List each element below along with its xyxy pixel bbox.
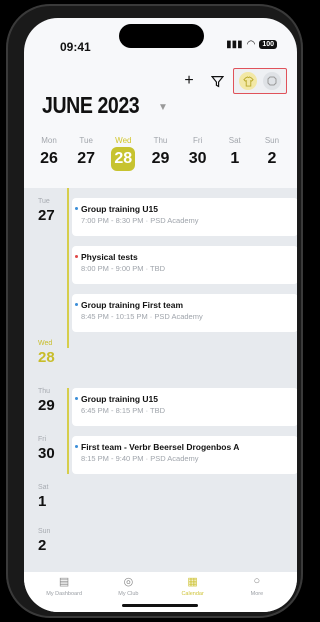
agenda-day-number: 27 <box>38 207 55 224</box>
week-strip: Mon 26 Tue 27 Wed 28 Thu 29 Fri 30 Sat 1 Sun 2 <box>24 136 297 171</box>
tab-label: My Dashboard <box>46 591 83 597</box>
event-title: Group training U15 <box>75 394 297 404</box>
day-timeline-bar <box>67 188 69 348</box>
day-number: 1 <box>230 150 240 167</box>
event-card[interactable]: Group training First team 8:45 PM - 10:1… <box>72 294 297 332</box>
week-day-wed-selected[interactable]: Wed 28 <box>106 136 140 171</box>
day-of-week: Sat <box>228 136 241 145</box>
shirt-icon <box>242 75 254 87</box>
wifi-icon: ◠ <box>246 39 256 50</box>
event-card[interactable]: Group training U15 6:45 PM - 8:15 PM · T… <box>72 388 297 426</box>
day-of-week: Mon <box>41 136 57 145</box>
status-time: 09:41 <box>60 40 91 54</box>
agenda-day-number: 1 <box>38 493 47 510</box>
day-number: 30 <box>188 150 207 167</box>
event-time-location: 6:45 PM - 8:15 PM · TBD <box>81 406 166 415</box>
club-icon: ◎ <box>123 576 134 588</box>
day-of-week: Wed <box>115 136 132 145</box>
personal-view-toggle[interactable] <box>263 72 281 90</box>
view-toggle-group <box>233 68 287 94</box>
event-time-location: 8:15 PM - 9:40 PM · PSD Academy <box>81 454 199 463</box>
event-title: Group training First team <box>75 300 297 310</box>
week-day-tue[interactable]: Tue 27 <box>69 136 103 171</box>
day-of-week: Thu <box>153 136 168 145</box>
day-of-week: Sun <box>264 136 280 145</box>
day-number: 26 <box>40 150 58 167</box>
battery-icon: 100 <box>259 40 277 49</box>
dashboard-icon: ▤ <box>58 576 70 588</box>
day-number: 28 <box>111 147 136 171</box>
day-number: 27 <box>77 150 96 167</box>
filter-button[interactable] <box>205 69 229 93</box>
phone-frame: 09:41 ▮▮▮ ◠ 100 + JUNE 2023 ▼ Mon 26 Tue… <box>6 4 303 618</box>
filter-icon <box>210 75 224 87</box>
add-event-button[interactable]: + <box>177 69 201 93</box>
agenda-date-wed: Wed 28 <box>38 340 55 366</box>
agenda-date-sat: Sat 1 <box>38 484 49 510</box>
app-screen: 09:41 ▮▮▮ ◠ 100 + JUNE 2023 ▼ Mon 26 Tue… <box>24 18 297 612</box>
tab-more[interactable]: ○ More <box>227 575 287 612</box>
agenda-day-number: 28 <box>38 349 55 366</box>
week-day-thu[interactable]: Thu 29 <box>143 136 177 171</box>
event-card[interactable]: First team - Verbr Beersel Drogenbos A 8… <box>72 436 297 474</box>
tab-label: My Club <box>118 591 139 597</box>
octagon-icon <box>267 76 277 86</box>
month-title[interactable]: JUNE 2023 <box>42 92 140 119</box>
week-day-fri[interactable]: Fri 30 <box>181 136 215 171</box>
event-time-location: 7:00 PM - 8:30 PM · PSD Academy <box>81 216 199 225</box>
week-day-mon[interactable]: Mon 26 <box>32 136 66 171</box>
agenda-dow: Fri <box>38 436 47 443</box>
agenda-dow: Thu <box>38 388 51 395</box>
home-indicator[interactable] <box>122 604 198 607</box>
day-number: 29 <box>151 150 170 167</box>
agenda-day-number: 30 <box>38 445 55 462</box>
status-bar: 09:41 ▮▮▮ ◠ 100 <box>24 18 297 62</box>
chevron-down-icon[interactable]: ▼ <box>158 102 168 113</box>
status-icons: ▮▮▮ ◠ 100 <box>226 39 277 50</box>
event-card[interactable]: Physical tests 8:00 PM - 9:00 PM · TBD <box>72 246 297 284</box>
plus-icon: + <box>184 72 194 89</box>
agenda-date-fri: Fri 30 <box>38 436 55 462</box>
agenda-date-thu: Thu 29 <box>38 388 55 414</box>
event-title: Physical tests <box>75 252 297 262</box>
calendar-toolbar: + <box>177 68 287 94</box>
agenda-dow: Sun <box>38 528 51 535</box>
agenda-list[interactable]: Tue 27 Group training U15 7:00 PM - 8:30… <box>24 188 297 572</box>
tab-label: Calendar <box>181 591 204 597</box>
week-day-sun[interactable]: Sun 2 <box>255 136 289 171</box>
dynamic-island <box>119 24 204 48</box>
agenda-dow: Tue <box>38 198 50 205</box>
event-title: Group training U15 <box>75 204 297 214</box>
event-card[interactable]: Group training U15 7:00 PM - 8:30 PM · P… <box>72 198 297 236</box>
day-of-week: Tue <box>79 136 93 145</box>
day-timeline-bar <box>67 388 69 474</box>
day-number: 2 <box>267 150 277 167</box>
calendar-icon: ▦ <box>187 576 198 588</box>
event-time-location: 8:00 PM - 9:00 PM · TBD <box>81 264 166 273</box>
agenda-dow: Wed <box>38 340 53 347</box>
tab-dashboard[interactable]: ▤ My Dashboard <box>34 575 94 612</box>
day-of-week: Fri <box>192 136 203 145</box>
event-time-location: 8:45 PM - 10:15 PM · PSD Academy <box>81 312 203 321</box>
tab-label: More <box>250 591 264 597</box>
event-title: First team - Verbr Beersel Drogenbos A <box>75 442 297 452</box>
more-icon: ○ <box>253 575 261 587</box>
agenda-day-number: 29 <box>38 397 55 414</box>
signal-icon: ▮▮▮ <box>226 39 243 50</box>
agenda-date-sun: Sun 2 <box>38 528 50 554</box>
agenda-dow: Sat <box>38 484 49 491</box>
agenda-day-number: 2 <box>38 537 47 554</box>
team-view-toggle[interactable] <box>239 72 257 90</box>
week-day-sat[interactable]: Sat 1 <box>218 136 252 171</box>
agenda-date-tue: Tue 27 <box>38 198 55 224</box>
